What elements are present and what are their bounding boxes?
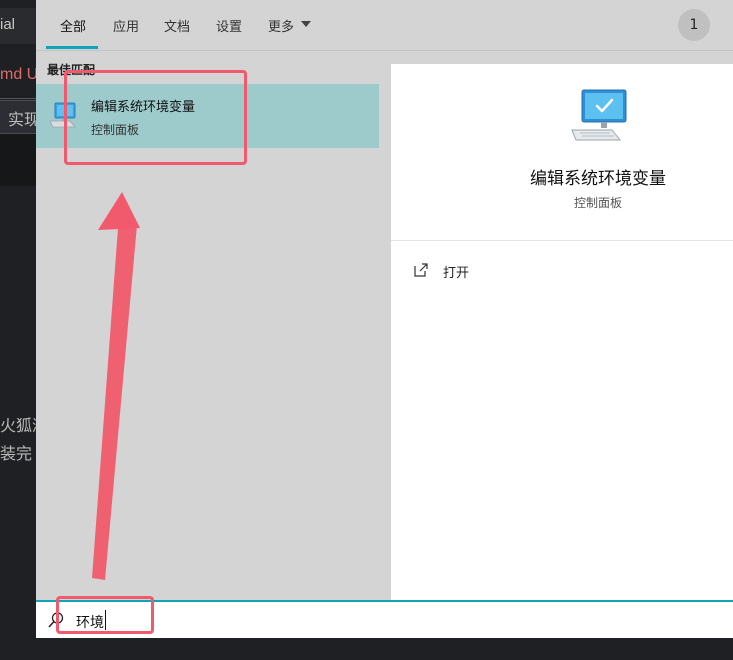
background-text-line-2: 装完 xyxy=(0,446,33,463)
tab-apps[interactable]: 应用 xyxy=(113,16,139,35)
open-icon xyxy=(414,263,428,277)
open-action-label: 打开 xyxy=(443,266,470,281)
filter-tabbar: 全部 应用 文档 设置 更多 1 xyxy=(36,0,733,50)
detail-pane: 编辑系统环境变量 控制面板 打开 xyxy=(391,64,733,600)
highlight-box-result xyxy=(64,70,247,165)
tabbar-divider xyxy=(36,50,733,51)
detail-title: 编辑系统环境变量 xyxy=(530,169,666,189)
detail-subtitle: 控制面板 xyxy=(573,196,622,210)
tab-documents[interactable]: 文档 xyxy=(164,16,190,35)
background-divider xyxy=(0,98,36,99)
open-action[interactable]: 打开 xyxy=(413,260,613,284)
background-dark-block xyxy=(0,134,36,186)
monitor-check-icon xyxy=(571,89,627,141)
background-cmd-text: md U xyxy=(0,66,39,83)
tab-settings[interactable]: 设置 xyxy=(216,16,242,35)
tab-more[interactable]: 更多 xyxy=(268,16,294,35)
detail-header: 编辑系统环境变量 控制面板 xyxy=(391,64,733,240)
avatar[interactable]: 1 xyxy=(678,9,710,41)
highlight-box-search xyxy=(56,596,154,634)
chevron-down-icon[interactable] xyxy=(301,21,311,27)
detail-divider xyxy=(391,240,733,241)
background-tab-label: ial xyxy=(0,16,16,33)
active-tab-indicator xyxy=(46,46,98,49)
tab-all[interactable]: 全部 xyxy=(60,16,86,35)
